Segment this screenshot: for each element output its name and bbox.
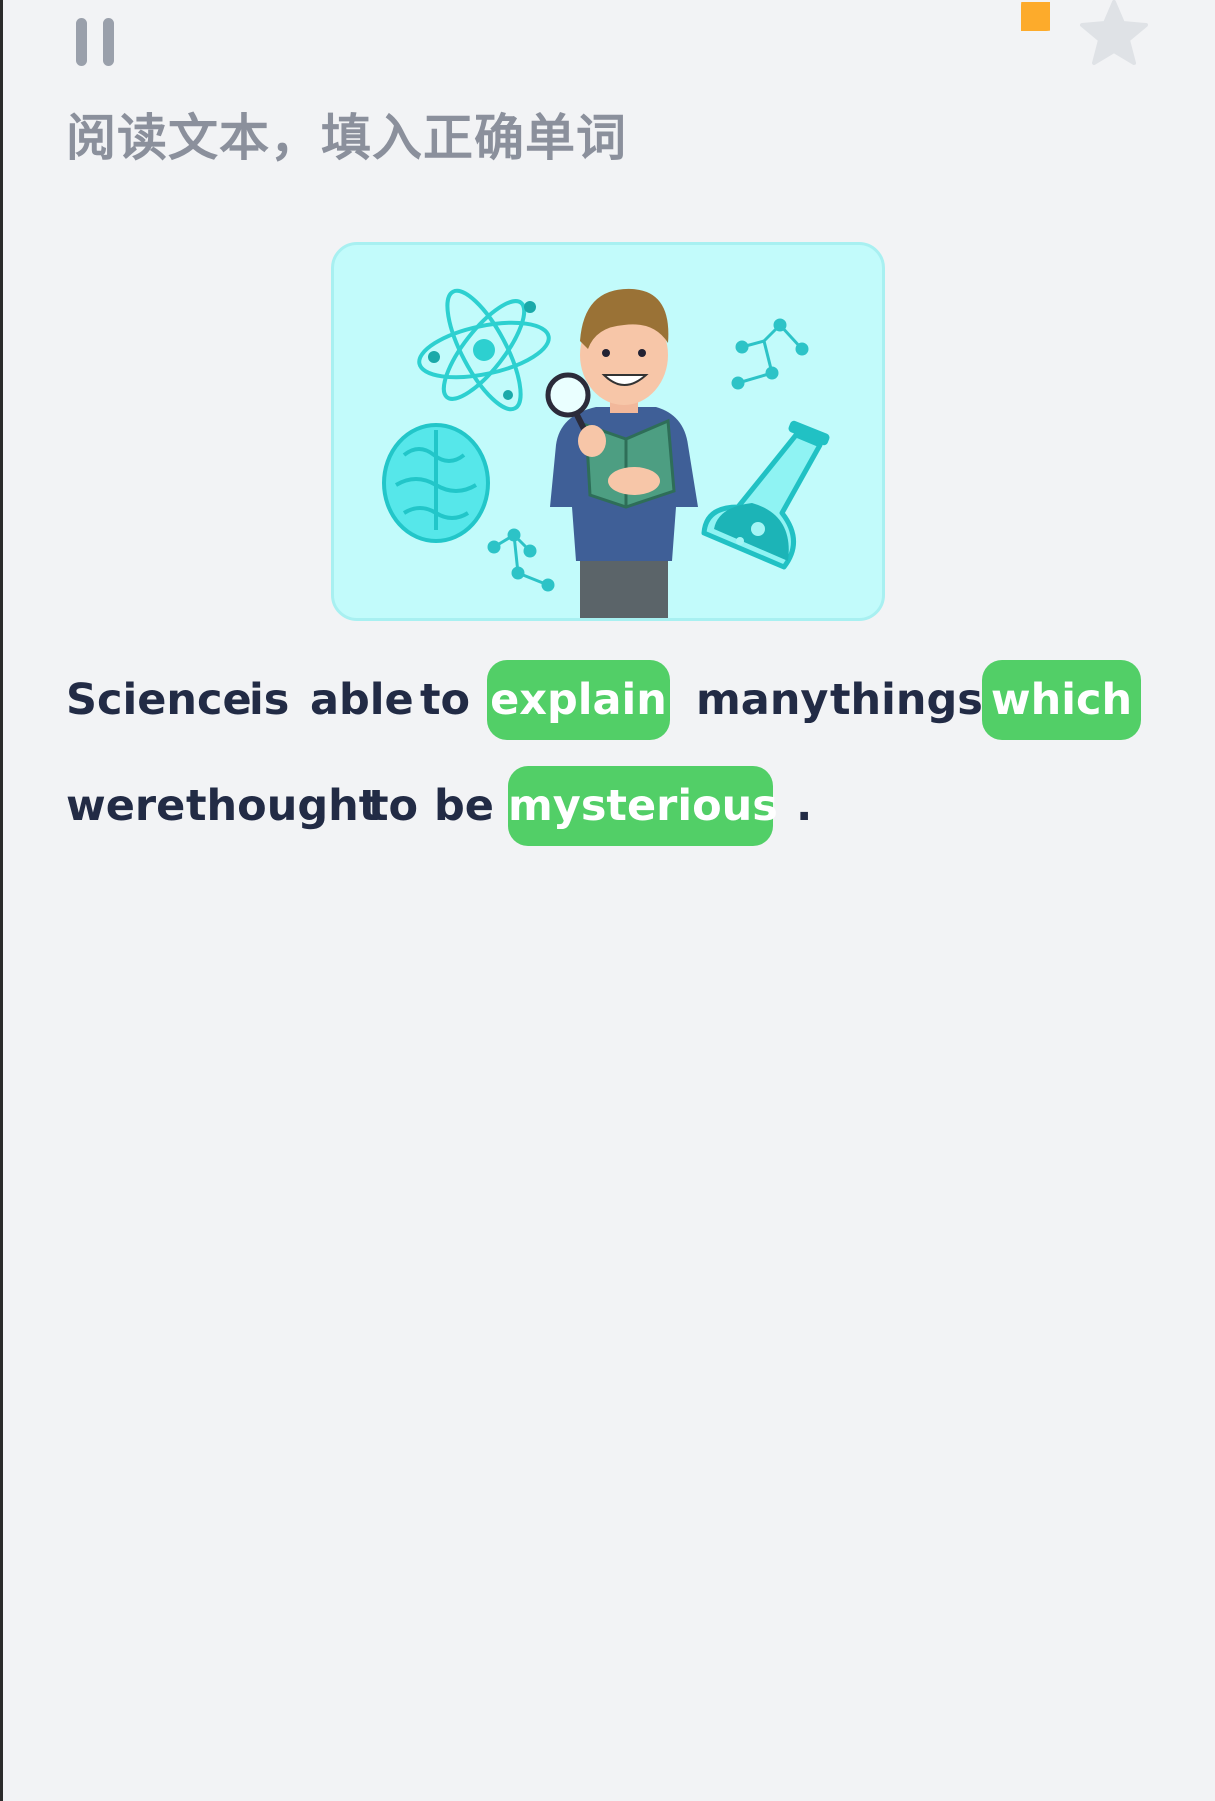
word: things [830, 675, 983, 725]
word: many [696, 675, 829, 725]
answer-chip-which[interactable]: which [982, 660, 1141, 740]
pause-icon-bar [103, 18, 114, 66]
scientist-illustration [331, 242, 885, 621]
timer-pie-icon [992, 0, 1071, 60]
scientist-figure [545, 288, 698, 618]
instruction-text: 阅读文本，填入正确单词 [66, 109, 627, 167]
answer-chip-mysterious[interactable]: mysterious [508, 766, 778, 846]
flask-icon [701, 420, 830, 570]
word: to [368, 781, 419, 831]
answer-chip-explain[interactable]: explain [487, 660, 670, 740]
word: be [434, 781, 494, 831]
brain-icon [382, 423, 490, 543]
word: were [66, 781, 186, 831]
word: able [310, 675, 414, 725]
word: Science [66, 675, 252, 725]
word: thought [186, 781, 380, 831]
period: . [796, 781, 813, 831]
screen-edge [0, 0, 3, 1801]
star-icon [1080, 0, 1148, 66]
pause-icon [76, 18, 87, 66]
pause-button[interactable] [72, 14, 124, 70]
word: is [249, 675, 290, 725]
word: to [420, 675, 471, 725]
